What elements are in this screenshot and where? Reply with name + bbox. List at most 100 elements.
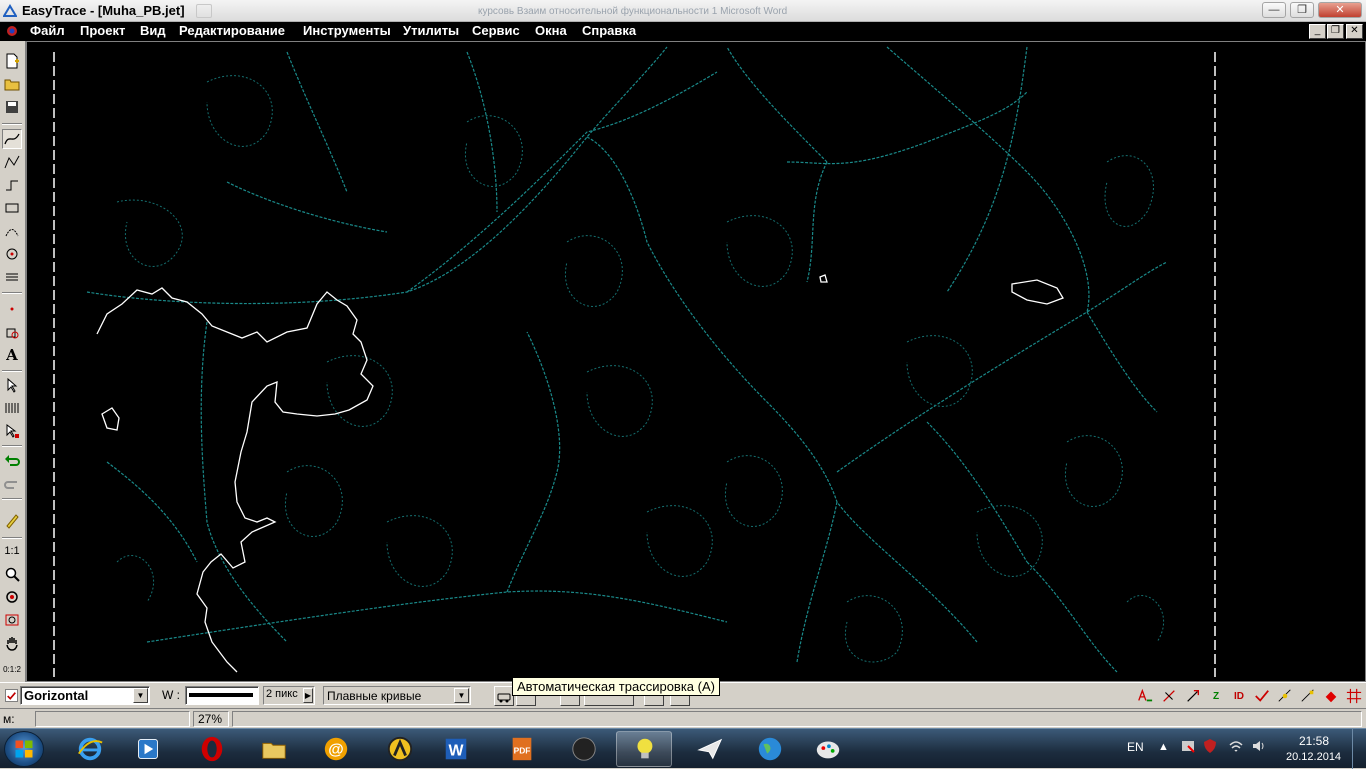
circle-point-icon[interactable] xyxy=(2,244,22,264)
title-bar: EasyTrace - [Muha_PB.jet] курсовь Взаим … xyxy=(0,0,1366,22)
pencil-icon[interactable] xyxy=(2,511,22,531)
mdi-minimize-button[interactable]: _ xyxy=(1309,24,1326,39)
status-bar: м: 27% xyxy=(0,708,1366,728)
language-indicator[interactable]: EN xyxy=(1127,740,1144,754)
shield-icon[interactable] xyxy=(1202,738,1218,757)
zoom-level: 27% xyxy=(193,711,229,727)
globe-icon[interactable] xyxy=(742,731,798,767)
start-button[interactable] xyxy=(4,731,44,767)
orthogonal-line-icon[interactable] xyxy=(2,175,22,195)
tooltip: Автоматическая трассировка (A) xyxy=(512,677,720,696)
layer-visible-checkbox[interactable] xyxy=(5,689,18,702)
save-icon[interactable] xyxy=(2,97,22,117)
chevron-down-icon[interactable]: ▼ xyxy=(454,688,469,703)
menu-edit[interactable]: Редактирование xyxy=(179,23,285,38)
zoom-icon[interactable] xyxy=(2,564,22,584)
attributes-icon[interactable] xyxy=(1136,687,1154,705)
menu-project[interactable]: Проект xyxy=(80,23,125,38)
zoom-levels-icon[interactable]: 0:1:2 xyxy=(2,659,22,679)
hatch-icon[interactable] xyxy=(2,267,22,287)
drawing-canvas[interactable] xyxy=(26,41,1366,682)
clock-date[interactable]: 20.12.2014 xyxy=(1286,751,1341,763)
menu-windows[interactable]: Окна xyxy=(535,23,567,38)
left-toolbar: A 1:1 0:1:2 xyxy=(0,41,26,682)
symbol-icon[interactable] xyxy=(2,322,22,342)
snap-node-icon[interactable] xyxy=(1299,687,1317,705)
clock-time[interactable]: 21:58 xyxy=(1299,734,1329,748)
pdf-icon[interactable]: PDF xyxy=(494,731,550,767)
menu-utilities[interactable]: Утилиты xyxy=(403,23,459,38)
menu-service[interactable]: Сервис xyxy=(472,23,520,38)
ghost-button xyxy=(196,4,212,18)
toolbar-separator xyxy=(2,292,22,294)
media-player-icon[interactable] xyxy=(120,731,176,767)
chevron-down-icon[interactable]: ▼ xyxy=(133,688,148,703)
svg-text:@: @ xyxy=(328,742,343,759)
dark-app-icon[interactable] xyxy=(556,731,612,767)
mdi-restore-button[interactable]: ❐ xyxy=(1327,24,1344,39)
menu-help[interactable]: Справка xyxy=(582,23,636,38)
volume-icon[interactable] xyxy=(1251,738,1267,757)
layer-select[interactable]: Gorizontal ▼ xyxy=(20,686,150,705)
maximize-button[interactable]: ❐ xyxy=(1290,2,1314,18)
network-icon[interactable] xyxy=(1228,738,1244,757)
toolbar-separator xyxy=(2,498,22,500)
chevron-right-icon[interactable]: ▶ xyxy=(303,688,313,703)
rectangle-icon[interactable] xyxy=(2,198,22,218)
grid-icon[interactable] xyxy=(1345,687,1363,705)
fill-icon[interactable] xyxy=(1322,687,1340,705)
point-icon[interactable] xyxy=(2,299,22,319)
width-select[interactable]: 2 пикс ▶ xyxy=(263,686,315,705)
text-tool-icon[interactable]: A xyxy=(2,345,22,365)
new-file-icon[interactable] xyxy=(2,51,22,71)
paint-icon[interactable] xyxy=(800,731,856,767)
easytrace-task-icon[interactable] xyxy=(616,731,672,767)
check-topology-icon[interactable] xyxy=(1253,687,1271,705)
pan-hand-icon[interactable] xyxy=(2,633,22,653)
open-folder-icon[interactable] xyxy=(2,74,22,94)
id-icon[interactable]: ID xyxy=(1230,687,1248,705)
undo-icon[interactable] xyxy=(2,450,22,470)
file-explorer-icon[interactable] xyxy=(246,731,302,767)
action-center-icon[interactable] xyxy=(1180,738,1196,757)
extend-line-icon[interactable] xyxy=(1184,687,1202,705)
windows-logo-icon xyxy=(15,740,33,758)
show-desktop-button[interactable] xyxy=(1352,729,1366,769)
zoom-extents-icon[interactable] xyxy=(2,610,22,630)
menu-file[interactable]: Файл xyxy=(30,23,65,38)
curve-mode-select[interactable]: Плавные кривые ▼ xyxy=(323,686,471,705)
curve-mode-value: Плавные кривые xyxy=(327,689,422,703)
mail-agent-icon[interactable]: @ xyxy=(308,731,364,767)
paper-plane-icon[interactable] xyxy=(682,731,738,767)
close-button[interactable]: ✕ xyxy=(1318,2,1362,18)
arc-icon[interactable] xyxy=(2,221,22,241)
polyline-smooth-icon[interactable] xyxy=(2,129,22,149)
select-node-icon[interactable] xyxy=(2,421,22,441)
document-icon[interactable] xyxy=(5,24,19,38)
zoom-window-icon[interactable] xyxy=(2,587,22,607)
show-hidden-icons-icon[interactable]: ▲ xyxy=(1158,741,1169,753)
svg-text:W: W xyxy=(449,743,464,760)
menu-tools[interactable]: Инструменты xyxy=(303,23,391,38)
app-a-icon[interactable] xyxy=(372,731,428,767)
layer-name: Gorizontal xyxy=(24,688,89,703)
internet-explorer-icon[interactable] xyxy=(62,731,118,767)
remove-node-icon[interactable] xyxy=(1160,687,1178,705)
window-title: EasyTrace - [Muha_PB.jet] xyxy=(22,3,185,18)
message-panel xyxy=(232,711,1362,727)
word-icon[interactable]: W xyxy=(428,731,484,767)
polyline-icon[interactable] xyxy=(2,152,22,172)
auto-trace-button[interactable] xyxy=(494,686,514,706)
scale-1-1-icon[interactable]: 1:1 xyxy=(2,541,22,561)
menu-bar: Файл Проект Вид Редактирование Инструмен… xyxy=(0,22,1366,41)
multi-select-icon[interactable] xyxy=(2,398,22,418)
select-arrow-icon[interactable] xyxy=(2,375,22,395)
opera-icon[interactable] xyxy=(184,731,240,767)
snap-icon[interactable] xyxy=(1276,687,1294,705)
minimize-button[interactable]: — xyxy=(1262,2,1286,18)
menu-view[interactable]: Вид xyxy=(140,23,166,38)
line-style-preview[interactable] xyxy=(185,686,259,705)
z-order-icon[interactable]: Z xyxy=(1207,687,1225,705)
svg-text:PDF: PDF xyxy=(514,746,531,756)
mdi-close-button[interactable]: ✕ xyxy=(1346,24,1363,39)
